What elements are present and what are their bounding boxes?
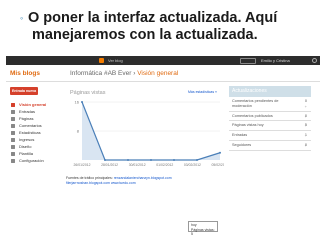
data-point[interactable]	[81, 101, 83, 103]
sidebar-item-settings[interactable]: Configuración	[8, 157, 58, 164]
y-tick-label: 16	[75, 100, 80, 105]
sidebar-item-layout[interactable]: Diseño	[8, 143, 58, 150]
slide-title-line2: manejaremos con la actualizada.	[32, 27, 258, 43]
new-entry-button[interactable]: Entrada nueva	[10, 87, 38, 95]
data-point[interactable]	[150, 159, 152, 161]
posts-icon	[11, 109, 15, 114]
sidebar-item-stats[interactable]: Estadísticas	[8, 129, 58, 136]
gear-icon[interactable]	[312, 58, 317, 63]
template-icon	[11, 151, 15, 156]
sidebar-item-comments[interactable]: Comentarios	[8, 122, 58, 129]
blogger-screenshot: Ver blog Emilio y Cristina Mis blogs Inf…	[6, 56, 320, 240]
blog-header: Mis blogs Informática #AB Ever › Visión …	[6, 65, 320, 82]
update-label: Entradas	[232, 133, 248, 138]
sidebar-item-template[interactable]: Plantilla	[8, 150, 58, 157]
sidebar-item-label: Ingresos	[19, 137, 35, 142]
expand-icon[interactable]: +	[305, 124, 307, 129]
expand-icon[interactable]: +	[305, 104, 307, 110]
update-row[interactable]: Páginas vistas hoy 5 +	[229, 121, 311, 132]
sidebar-item-posts[interactable]: Entradas	[8, 108, 58, 115]
bullet-icon: ◦	[20, 13, 24, 23]
sidebar-item-label: Estadísticas	[19, 130, 41, 135]
updates-panel: Actualizaciones Comentarios pendientes d…	[229, 86, 311, 236]
x-tick-label: 03/02/2012	[184, 163, 201, 167]
updates-title: Actualizaciones	[229, 86, 311, 97]
sidebar-item-label: Entradas	[19, 109, 36, 114]
comments-icon	[11, 123, 15, 128]
chart-tooltip: hoy Páginas vistas: 5	[188, 221, 218, 236]
data-point[interactable]	[104, 159, 106, 161]
update-label: Comentarios publicados	[232, 113, 273, 118]
expand-icon[interactable]: +	[305, 143, 307, 149]
blog-name[interactable]: Informática #AB Ever	[70, 70, 131, 77]
x-tick-label: 05/02/2012	[212, 163, 224, 167]
my-blogs-link[interactable]: Mis blogs	[10, 70, 40, 77]
traffic-sources-label: Fuentes de tráfico principales:	[66, 176, 113, 180]
traffic-source-link[interactable]: filerjarrnoshan.blogspot.com	[66, 181, 110, 185]
top-bar: Ver blog Emilio y Cristina	[6, 56, 320, 65]
traffic-source-link[interactable]: renzandalanierchanzyn.blogspot.com	[114, 176, 172, 180]
update-row[interactable]: Comentarios pendientes de moderación 0 +	[229, 97, 311, 112]
x-tick-label: 01/02/2012	[156, 163, 173, 167]
sidebar-item-label: Diseño	[19, 144, 32, 149]
stats-icon	[11, 130, 15, 135]
expand-icon[interactable]: +	[305, 114, 307, 120]
data-point[interactable]	[196, 159, 198, 161]
earnings-icon	[11, 137, 15, 142]
x-tick-label: 26/01/2012	[74, 163, 91, 167]
update-label: Seguidores	[232, 142, 252, 147]
sidebar-item-label: Páginas	[19, 116, 34, 121]
x-tick-label: 30/01/2012	[129, 163, 146, 167]
x-tick-label: 28/01/2012	[101, 163, 118, 167]
main-panel: Páginas vistas Más estadísticas » 16 8 26/…	[64, 84, 224, 240]
update-row[interactable]: Entradas 1 +	[229, 131, 311, 141]
update-label: Comentarios pendientes de moderación	[232, 99, 279, 108]
sidebar: Entrada nueva Visión general Entradas Pá…	[8, 84, 58, 240]
traffic-source-link[interactable]: www.tuedu.com	[111, 181, 136, 185]
sidebar-item-label: Plantilla	[19, 151, 34, 156]
pageviews-chart: 16 8 26/01/2012 28/01/2012 30/01/2012 01/02/2…	[74, 100, 224, 168]
settings-icon	[11, 158, 15, 163]
sidebar-item-label: Visión general	[19, 102, 47, 107]
share-button[interactable]	[240, 57, 256, 64]
update-row[interactable]: Comentarios publicados 0 +	[229, 112, 311, 122]
update-label: Páginas vistas hoy	[232, 123, 264, 128]
sidebar-item-pages[interactable]: Páginas	[8, 115, 58, 122]
blogger-icon[interactable]	[99, 58, 104, 63]
sidebar-item-earnings[interactable]: Ingresos	[8, 136, 58, 143]
slide-title: ◦ O poner la interfaz actualizada. Aquí …	[20, 10, 308, 44]
data-point[interactable]	[127, 159, 129, 161]
pages-icon	[11, 116, 15, 121]
home-icon	[11, 102, 15, 107]
y-tick-label: 8	[77, 129, 80, 134]
blog-title: Informática #AB Ever › Visión general	[70, 70, 178, 77]
layout-icon	[11, 144, 15, 149]
data-point[interactable]	[219, 151, 221, 154]
tooltip-value: Páginas vistas: 5	[191, 227, 215, 237]
user-name[interactable]: Emilio y Cristina	[261, 58, 290, 63]
traffic-sources: Fuentes de tráfico principales: renzanda…	[66, 176, 226, 186]
slide-title-line1: O poner la interfaz actualizada. Aquí	[28, 10, 278, 26]
expand-icon[interactable]: +	[305, 133, 307, 139]
data-point[interactable]	[173, 159, 175, 161]
sidebar-item-overview[interactable]: Visión general	[8, 101, 58, 108]
update-row[interactable]: Seguidores 0 +	[229, 141, 311, 151]
view-blog-link[interactable]: Ver blog	[108, 58, 123, 63]
section-name: Visión general	[137, 70, 179, 77]
more-stats-link[interactable]: Más estadísticas »	[188, 90, 217, 94]
sidebar-item-label: Configuración	[19, 158, 44, 163]
sidebar-item-label: Comentarios	[19, 123, 42, 128]
